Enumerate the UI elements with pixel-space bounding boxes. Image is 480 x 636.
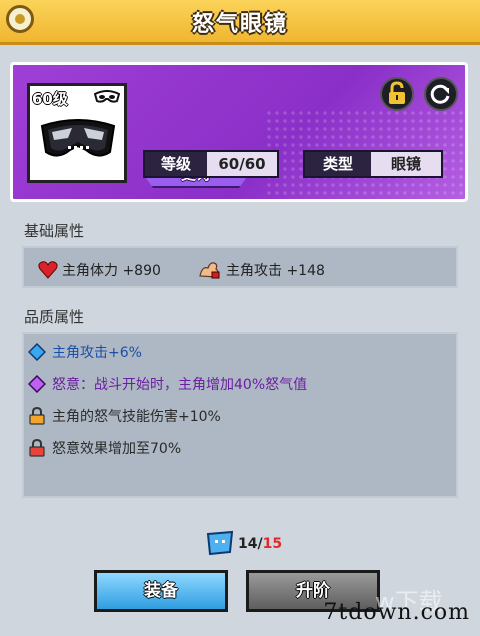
base-attributes-box: 主角体力 +890 主角攻击 +148 [22,246,458,288]
material-max: 15 [262,536,283,552]
level-label: 等级 [160,155,191,173]
material-current: 14/ [238,536,263,552]
quality-text-1: 主角攻击+6% [52,345,142,361]
watermark: 7tdown.com [323,600,470,625]
type-stat: 类型 眼镜 [303,150,443,178]
lock-button[interactable] [380,77,414,111]
quality-attributes-box: 主角攻击+6% 怒意：战斗开始时，主角增加40%怒气值 主角的怒气技能伤害+10… [22,332,458,498]
red-lock-icon [29,439,45,457]
base-attribute-attack: 主角攻击 +148 [198,260,325,280]
blue-diamond-icon [28,343,46,361]
reset-button[interactable] [424,77,458,111]
quality-attribute-1: 主角攻击+6% [28,342,142,362]
level-value: 60/60 [207,152,277,176]
level-stat: 等级 60/60 [143,150,279,178]
attack-text: 主角攻击 +148 [226,263,325,279]
lock-icon [389,81,405,104]
page-title: 怒气眼镜 [191,12,288,37]
upgrade-token-icon [206,530,234,556]
orange-lock-icon [29,407,45,425]
quality-text-4: 怒意效果增加至70% [52,441,182,457]
level-badge: 60级 [32,90,68,108]
material-count: 14/15 [238,536,282,552]
quality-attributes-title: 品质属性 [24,308,85,326]
heart-icon [38,261,58,279]
type-value: 眼镜 [371,152,441,176]
hp-text: 主角体力 +890 [62,263,161,279]
type-label: 类型 [322,155,353,173]
refresh-icon [430,84,450,104]
quality-text-3: 主角的怒气技能伤害+10% [52,409,221,425]
item-icon-frame: 60级 [27,83,127,183]
purple-diamond-icon [28,375,46,393]
mask-icon [94,90,120,103]
base-attributes-title: 基础属性 [24,222,85,240]
quality-attribute-2: 怒意：战斗开始时，主角增加40%怒气值 [28,374,307,394]
quality-attribute-4: 怒意效果增加至70% [28,438,181,458]
base-attribute-hp: 主角体力 +890 [38,260,161,280]
equip-button[interactable]: 装备 [94,570,228,612]
flexed-arm-icon [199,262,220,279]
goggles-icon [40,119,116,157]
quality-text-2: 怒意：战斗开始时，主角增加40%怒气值 [52,377,308,393]
quality-attribute-3: 主角的怒气技能伤害+10% [28,406,221,426]
header-bar: 怒气眼镜 [0,0,480,45]
